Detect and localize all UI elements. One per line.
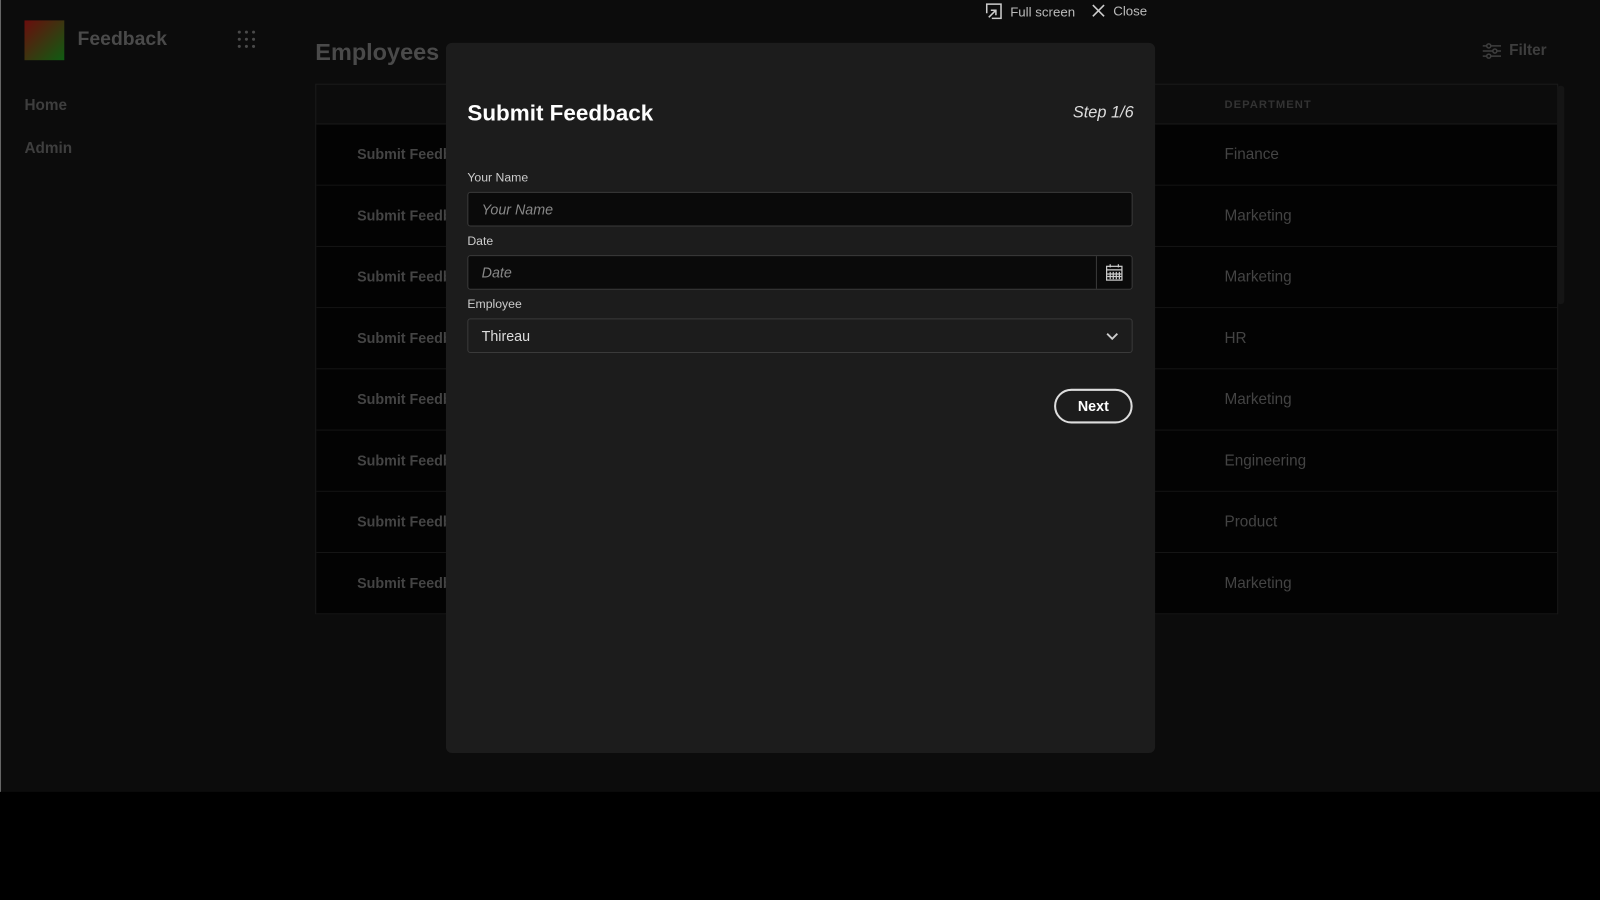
filter-button[interactable]: Filter [1482,41,1547,60]
modal-title: Submit Feedback [467,99,654,126]
next-button[interactable]: Next [1054,388,1133,424]
app-logo [24,20,65,61]
department-cell: Marketing [1224,574,1292,592]
department-cell: HR [1224,329,1247,347]
department-cell: Engineering [1224,452,1307,470]
nav-home[interactable]: Home [24,97,67,114]
step-indicator: Step 1/6 [1072,104,1134,122]
app-title: Feedback [77,28,167,50]
fullscreen-icon [985,3,1002,20]
submit-feedback-modal: Submit Feedback Step 1/6 Your Name Your … [445,42,1156,754]
close-icon [1092,4,1105,17]
calendar-button[interactable] [1095,256,1132,289]
chevron-down-icon [1106,333,1118,341]
employee-label: Employee [467,296,522,312]
department-cell: Marketing [1224,268,1292,286]
filter-icon [1482,42,1502,59]
name-placeholder: Your Name [481,201,554,218]
fullscreen-label: Full screen [1010,3,1076,19]
filter-label: Filter [1509,41,1547,60]
fullscreen-button[interactable]: Full screen [985,3,1076,20]
column-header-department: DEPARTMENT [1224,98,1312,112]
department-cell: Marketing [1224,390,1292,409]
calendar-icon [1106,264,1123,281]
nav-admin[interactable]: Admin [24,140,72,157]
close-button[interactable]: Close [1092,3,1147,18]
employee-select[interactable]: Thireau [467,318,1133,354]
name-input[interactable]: Your Name [467,191,1133,227]
date-input[interactable]: Date [467,255,1133,290]
apps-grid-icon[interactable] [237,30,256,49]
date-placeholder: Date [481,264,512,281]
table-scrollbar[interactable] [1557,85,1565,305]
employee-value: Thireau [481,327,531,344]
close-label: Close [1113,3,1148,19]
department-cell: Marketing [1224,207,1292,225]
department-cell: Product [1224,513,1278,531]
name-label: Your Name [467,170,529,185]
page-title: Employees [315,38,440,66]
date-label: Date [467,233,494,248]
department-cell: Finance [1224,145,1279,164]
